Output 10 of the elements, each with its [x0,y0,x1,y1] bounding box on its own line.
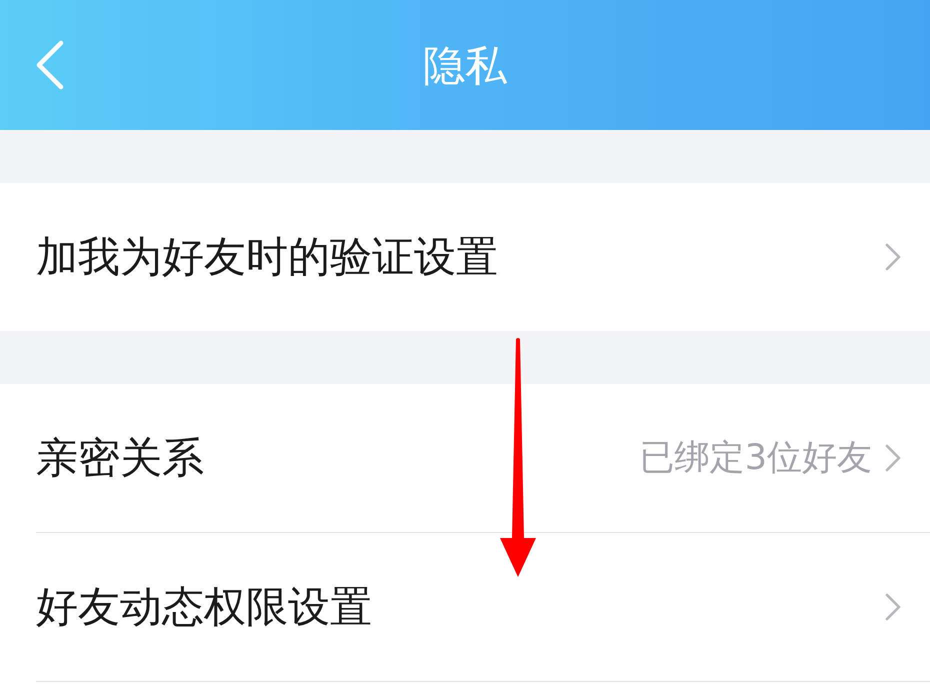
back-chevron-icon [34,39,66,91]
row-label: 好友动态权限设置 [36,582,373,632]
chevron-right-icon [884,443,902,473]
chevron-right-icon [884,242,902,272]
page-title: 隐私 [423,45,507,87]
row-label: 加我为好友时的验证设置 [36,232,499,282]
chevron-right-icon [884,592,902,622]
row-label: 亲密关系 [36,432,205,484]
row-value: 已绑定3位好友 [640,437,872,479]
back-button[interactable] [34,39,66,91]
